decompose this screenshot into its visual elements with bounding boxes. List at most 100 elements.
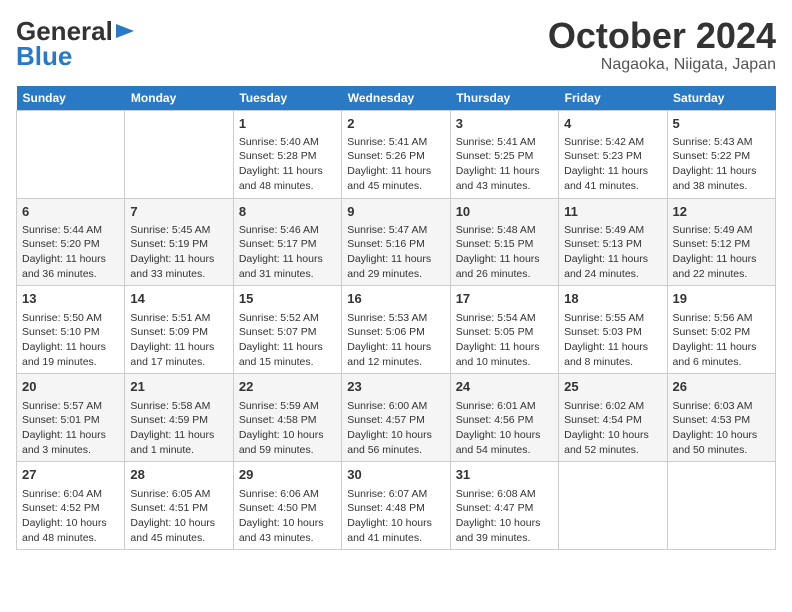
day-number: 5 bbox=[673, 115, 770, 133]
day-detail: Sunrise: 6:00 AMSunset: 4:57 PMDaylight:… bbox=[347, 399, 444, 458]
day-number: 22 bbox=[239, 378, 336, 396]
day-number: 23 bbox=[347, 378, 444, 396]
table-row: 6Sunrise: 5:44 AMSunset: 5:20 PMDaylight… bbox=[17, 198, 125, 286]
table-row: 7 Sunrise: 5:45 AMSunset: 5:19 PMDaylight… bbox=[125, 198, 233, 286]
day-detail: Sunrise: 5:59 AMSunset: 4:58 PMDaylight:… bbox=[239, 399, 336, 458]
table-row: 4 Sunrise: 5:42 AMSunset: 5:23 PMDaylight… bbox=[559, 110, 667, 198]
day-detail: Sunrise: 5:50 AMSunset: 5:10 PMDaylight:… bbox=[22, 311, 119, 370]
day-number: 17 bbox=[456, 290, 553, 308]
day-detail: Sunrise: 5:40 AMSunset: 5:28 PMDaylight:… bbox=[239, 135, 336, 194]
day-number: 9 bbox=[347, 203, 444, 221]
day-number: 3 bbox=[456, 115, 553, 133]
table-row: 1 Sunrise: 5:40 AMSunset: 5:28 PMDaylight… bbox=[233, 110, 341, 198]
day-detail: Sunrise: 6:05 AMSunset: 4:51 PMDaylight:… bbox=[130, 487, 227, 546]
day-detail: Sunrise: 5:46 AMSunset: 5:17 PMDaylight:… bbox=[239, 223, 336, 282]
table-row: 25 Sunrise: 6:02 AMSunset: 4:54 PMDayligh… bbox=[559, 374, 667, 462]
day-number: 25 bbox=[564, 378, 661, 396]
logo-blue: Blue bbox=[16, 41, 72, 72]
day-detail: Sunrise: 5:49 AMSunset: 5:13 PMDaylight:… bbox=[564, 223, 661, 282]
day-number: 6 bbox=[22, 203, 119, 221]
day-detail: Sunrise: 6:08 AMSunset: 4:47 PMDaylight:… bbox=[456, 487, 553, 546]
day-number: 29 bbox=[239, 466, 336, 484]
header-monday: Monday bbox=[125, 86, 233, 111]
day-detail: Sunrise: 5:56 AMSunset: 5:02 PMDaylight:… bbox=[673, 311, 770, 370]
day-detail: Sunrise: 6:03 AMSunset: 4:53 PMDaylight:… bbox=[673, 399, 770, 458]
day-number: 11 bbox=[564, 203, 661, 221]
table-row: 18 Sunrise: 5:55 AMSunset: 5:03 PMDayligh… bbox=[559, 286, 667, 374]
calendar-subtitle: Nagaoka, Niigata, Japan bbox=[548, 56, 776, 74]
logo-flag-icon bbox=[114, 20, 136, 42]
day-number: 28 bbox=[130, 466, 227, 484]
calendar-table: Sunday Monday Tuesday Wednesday Thursday… bbox=[16, 86, 776, 551]
logo: General Blue bbox=[16, 16, 136, 72]
table-row: 27 Sunrise: 6:04 AMSunset: 4:52 PMDayligh… bbox=[17, 462, 125, 550]
table-row: 23 Sunrise: 6:00 AMSunset: 4:57 PMDayligh… bbox=[342, 374, 450, 462]
table-row: 3 Sunrise: 5:41 AMSunset: 5:25 PMDaylight… bbox=[450, 110, 558, 198]
table-row: 30 Sunrise: 6:07 AMSunset: 4:48 PMDayligh… bbox=[342, 462, 450, 550]
day-number: 14 bbox=[130, 290, 227, 308]
table-row: 16Sunrise: 5:53 AMSunset: 5:06 PMDayligh… bbox=[342, 286, 450, 374]
day-detail: Sunrise: 5:54 AMSunset: 5:05 PMDaylight:… bbox=[456, 311, 553, 370]
table-row: 13Sunrise: 5:50 AMSunset: 5:10 PMDayligh… bbox=[17, 286, 125, 374]
table-row: 19 Sunrise: 5:56 AMSunset: 5:02 PMDayligh… bbox=[667, 286, 775, 374]
table-row: 22 Sunrise: 5:59 AMSunset: 4:58 PMDayligh… bbox=[233, 374, 341, 462]
day-number: 2 bbox=[347, 115, 444, 133]
table-row: 11 Sunrise: 5:49 AMSunset: 5:13 PMDayligh… bbox=[559, 198, 667, 286]
day-number: 16 bbox=[347, 290, 444, 308]
day-number: 21 bbox=[130, 378, 227, 396]
table-row: 24Sunrise: 6:01 AMSunset: 4:56 PMDayligh… bbox=[450, 374, 558, 462]
day-detail: Sunrise: 5:45 AMSunset: 5:19 PMDaylight:… bbox=[130, 223, 227, 282]
header-thursday: Thursday bbox=[450, 86, 558, 111]
day-number: 18 bbox=[564, 290, 661, 308]
table-row: 28 Sunrise: 6:05 AMSunset: 4:51 PMDayligh… bbox=[125, 462, 233, 550]
title-block: October 2024 Nagaoka, Niigata, Japan bbox=[548, 16, 776, 74]
calendar-title: October 2024 bbox=[548, 16, 776, 56]
day-detail: Sunrise: 5:41 AMSunset: 5:25 PMDaylight:… bbox=[456, 135, 553, 194]
calendar-body: 1 Sunrise: 5:40 AMSunset: 5:28 PMDaylight… bbox=[17, 110, 776, 550]
table-row: 20 Sunrise: 5:57 AMSunset: 5:01 PMDayligh… bbox=[17, 374, 125, 462]
table-row: 15Sunrise: 5:52 AMSunset: 5:07 PMDayligh… bbox=[233, 286, 341, 374]
day-number: 1 bbox=[239, 115, 336, 133]
day-number: 26 bbox=[673, 378, 770, 396]
table-row: 8 Sunrise: 5:46 AMSunset: 5:17 PMDaylight… bbox=[233, 198, 341, 286]
day-detail: Sunrise: 5:57 AMSunset: 5:01 PMDaylight:… bbox=[22, 399, 119, 458]
day-number: 19 bbox=[673, 290, 770, 308]
day-number: 31 bbox=[456, 466, 553, 484]
day-number: 10 bbox=[456, 203, 553, 221]
day-number: 20 bbox=[22, 378, 119, 396]
table-row bbox=[125, 110, 233, 198]
day-detail: Sunrise: 6:06 AMSunset: 4:50 PMDaylight:… bbox=[239, 487, 336, 546]
table-row: 31 Sunrise: 6:08 AMSunset: 4:47 PMDayligh… bbox=[450, 462, 558, 550]
day-number: 8 bbox=[239, 203, 336, 221]
day-detail: Sunrise: 6:04 AMSunset: 4:52 PMDaylight:… bbox=[22, 487, 119, 546]
header-wednesday: Wednesday bbox=[342, 86, 450, 111]
day-detail: Sunrise: 5:43 AMSunset: 5:22 PMDaylight:… bbox=[673, 135, 770, 194]
table-row bbox=[667, 462, 775, 550]
day-number: 7 bbox=[130, 203, 227, 221]
table-row: 26 Sunrise: 6:03 AMSunset: 4:53 PMDayligh… bbox=[667, 374, 775, 462]
table-row bbox=[17, 110, 125, 198]
day-number: 27 bbox=[22, 466, 119, 484]
table-row: 17 Sunrise: 5:54 AMSunset: 5:05 PMDayligh… bbox=[450, 286, 558, 374]
table-row: 14Sunrise: 5:51 AMSunset: 5:09 PMDayligh… bbox=[125, 286, 233, 374]
day-number: 30 bbox=[347, 466, 444, 484]
table-row: 5 Sunrise: 5:43 AMSunset: 5:22 PMDaylight… bbox=[667, 110, 775, 198]
calendar-header: Sunday Monday Tuesday Wednesday Thursday… bbox=[17, 86, 776, 111]
day-number: 4 bbox=[564, 115, 661, 133]
header-sunday: Sunday bbox=[17, 86, 125, 111]
day-detail: Sunrise: 5:55 AMSunset: 5:03 PMDaylight:… bbox=[564, 311, 661, 370]
header-saturday: Saturday bbox=[667, 86, 775, 111]
day-number: 12 bbox=[673, 203, 770, 221]
table-row: 9Sunrise: 5:47 AMSunset: 5:16 PMDaylight… bbox=[342, 198, 450, 286]
table-row: 21 Sunrise: 5:58 AMSunset: 4:59 PMDayligh… bbox=[125, 374, 233, 462]
header-friday: Friday bbox=[559, 86, 667, 111]
day-detail: Sunrise: 5:58 AMSunset: 4:59 PMDaylight:… bbox=[130, 399, 227, 458]
day-detail: Sunrise: 5:41 AMSunset: 5:26 PMDaylight:… bbox=[347, 135, 444, 194]
day-detail: Sunrise: 5:52 AMSunset: 5:07 PMDaylight:… bbox=[239, 311, 336, 370]
page-header: General Blue October 2024 Nagaoka, Niiga… bbox=[16, 16, 776, 74]
table-row: 29 Sunrise: 6:06 AMSunset: 4:50 PMDayligh… bbox=[233, 462, 341, 550]
day-detail: Sunrise: 6:02 AMSunset: 4:54 PMDaylight:… bbox=[564, 399, 661, 458]
day-detail: Sunrise: 5:42 AMSunset: 5:23 PMDaylight:… bbox=[564, 135, 661, 194]
day-detail: Sunrise: 6:07 AMSunset: 4:48 PMDaylight:… bbox=[347, 487, 444, 546]
table-row: 2 Sunrise: 5:41 AMSunset: 5:26 PMDaylight… bbox=[342, 110, 450, 198]
